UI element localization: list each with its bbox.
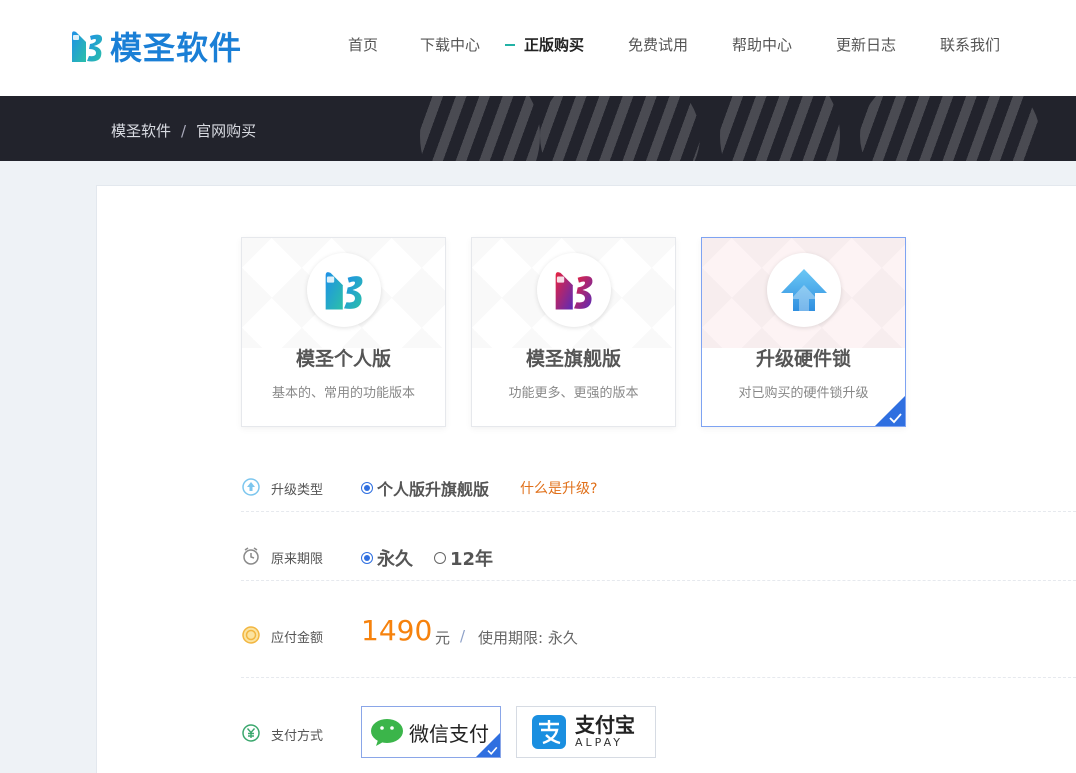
upgrade-option-label: 个人版升旗舰版 — [377, 480, 490, 499]
usage-term-note: 使用期限: 永久 — [478, 629, 578, 647]
coin-icon — [242, 626, 260, 644]
what-is-upgrade-link[interactable]: 什么是升级? — [520, 478, 597, 498]
breadcrumb-home[interactable]: 模圣软件 — [111, 122, 171, 140]
breadcrumb-current: 官网购买 — [196, 122, 257, 140]
product-title: 模圣旗舰版 — [525, 348, 621, 370]
radio-dot — [361, 482, 373, 494]
alipay-label-cn: 支付宝 — [575, 713, 635, 737]
selected-check-icon — [476, 733, 500, 757]
upgrade-arrow-icon — [781, 269, 827, 311]
site-header: 模圣软件 首页 下载中心 正版购买 免费试用 帮助中心 更新日志 联系我们 — [0, 0, 1076, 96]
banner-decoration — [860, 96, 1040, 161]
upgrade-circle-icon — [242, 478, 260, 496]
term-permanent-radio[interactable]: 永久 — [361, 545, 413, 571]
product-title: 模圣个人版 — [295, 348, 391, 370]
alipay-label-en: ALPAY — [575, 736, 623, 749]
nav-item-download[interactable]: 下载中心 — [420, 34, 480, 55]
ms-logo-red-icon — [555, 272, 593, 310]
upgrade-type-label: 升级类型 — [271, 483, 324, 498]
yuan-icon — [242, 724, 260, 742]
term-permanent-label: 永久 — [377, 549, 413, 570]
clock-icon — [243, 547, 259, 565]
wechat-pay-option[interactable]: 微信支付 — [361, 706, 501, 758]
amount-unit: 元 — [435, 629, 451, 647]
nav-item-purchase[interactable]: 正版购买 — [524, 34, 584, 55]
nav-item-help[interactable]: 帮助中心 — [732, 34, 792, 55]
banner-decoration — [540, 96, 700, 161]
nav-item-trial[interactable]: 免费试用 — [628, 34, 688, 55]
row-divider — [241, 580, 1076, 581]
payment-label: 支付方式 — [271, 729, 324, 744]
upgrade-type-row: 升级类型 个人版升旗舰版 什么是升级? — [241, 476, 1076, 500]
alipay-text: 支付宝 ALPAY — [575, 714, 635, 750]
page-banner: 模圣软件 / 官网购买 — [0, 96, 1076, 161]
term-12-years-radio[interactable]: 12年 — [434, 545, 493, 571]
product-card-personal[interactable]: 模圣个人版 基本的、常用的功能版本 — [241, 237, 446, 427]
product-icon-badge — [307, 253, 381, 327]
upgrade-option-radio[interactable]: 个人版升旗舰版 — [361, 476, 489, 500]
product-card-flagship[interactable]: 模圣旗舰版 功能更多、更强的版本 — [471, 237, 676, 427]
product-desc: 功能更多、更强的版本 — [508, 386, 639, 401]
term-12-years-label: 12年 — [450, 549, 494, 570]
radio-dot — [434, 552, 446, 564]
alipay-option[interactable]: 支付宝 ALPAY — [516, 706, 656, 758]
product-title: 升级硬件锁 — [755, 348, 851, 370]
nav-item-changelog[interactable]: 更新日志 — [836, 34, 896, 55]
product-icon-badge — [537, 253, 611, 327]
amount-separator: / — [460, 627, 466, 645]
banner-decoration — [720, 96, 840, 161]
wechat-icon — [371, 719, 403, 746]
product-card-upgrade[interactable]: 升级硬件锁 对已购买的硬件锁升级 — [701, 237, 906, 427]
original-term-row: 原来期限 永久 12年 — [241, 545, 1076, 570]
product-icon-badge — [767, 253, 841, 327]
original-term-label: 原来期限 — [271, 552, 324, 567]
amount-value: 1490 — [361, 614, 433, 647]
nav-item-home[interactable]: 首页 — [348, 34, 378, 55]
product-desc: 基本的、常用的功能版本 — [271, 386, 415, 401]
nav-active-indicator — [505, 44, 515, 46]
nav-item-contact[interactable]: 联系我们 — [940, 34, 1000, 55]
selected-check-icon — [875, 396, 905, 426]
banner-decoration — [420, 96, 540, 161]
breadcrumb-separator: / — [181, 122, 187, 140]
radio-dot — [361, 552, 373, 564]
breadcrumb: 模圣软件 / 官网购买 — [111, 120, 256, 141]
amount-label: 应付金额 — [271, 631, 324, 646]
row-divider — [241, 511, 1076, 512]
ms-logo-blue-icon — [325, 272, 363, 310]
row-divider — [241, 677, 1076, 678]
alipay-icon — [532, 715, 566, 749]
main-nav: 首页 下载中心 正版购买 免费试用 帮助中心 更新日志 联系我们 — [0, 34, 1076, 56]
